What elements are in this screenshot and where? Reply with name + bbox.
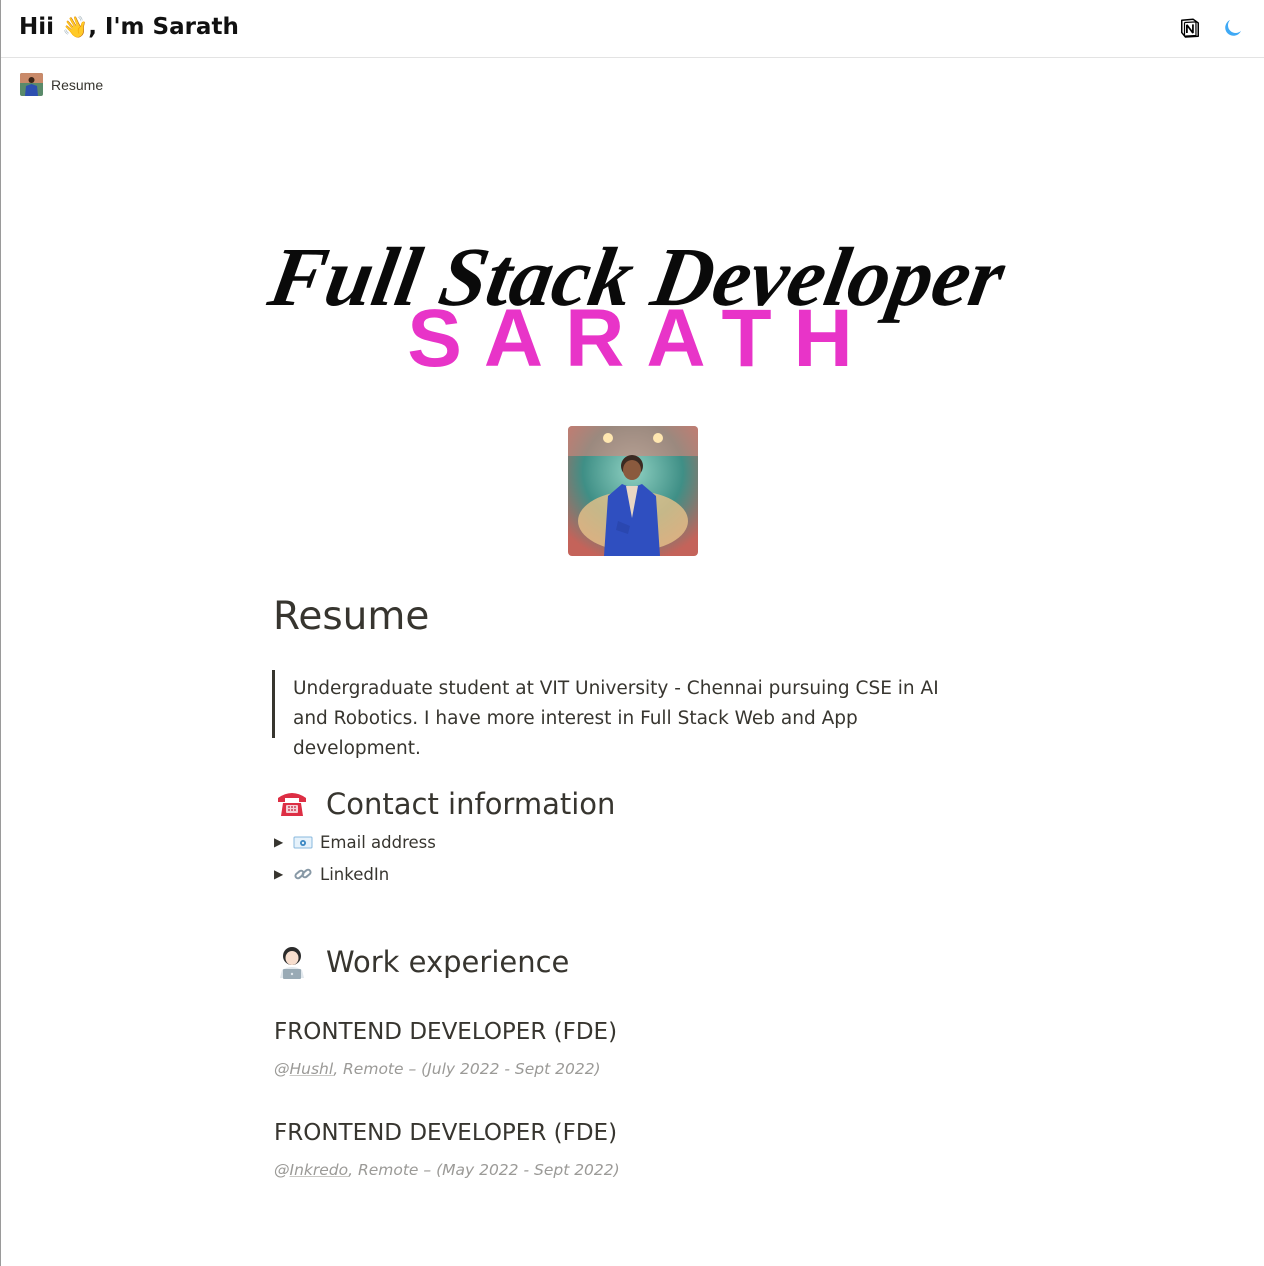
wave-emoji: 👋 — [62, 15, 89, 39]
toggle-email-address[interactable]: ▶ Email address — [274, 832, 436, 852]
link-icon — [294, 868, 312, 880]
email-address-label: Email address — [320, 832, 436, 852]
intro-quote: Undergraduate student at VIT University … — [272, 670, 972, 759]
contact-heading-text: Contact information — [326, 787, 616, 821]
job-details: , Remote – (May 2022 - Sept 2022) — [348, 1161, 620, 1179]
work-heading: Work experience — [274, 944, 569, 980]
breadcrumb-resume[interactable]: Resume — [20, 73, 103, 96]
technologist-icon — [280, 947, 304, 979]
site-title[interactable]: Hii 👋, I'm Sarath — [19, 14, 239, 40]
top-bar: Hii 👋, I'm Sarath — [1, 0, 1264, 58]
linkedin-label: LinkedIn — [320, 864, 390, 884]
toggle-linkedin[interactable]: ▶ LinkedIn — [274, 864, 389, 884]
job-meta-2: @Inkredo, Remote – (May 2022 - Sept 2022… — [274, 1161, 620, 1179]
mention-at: @ — [274, 1161, 290, 1179]
job-title-2: FRONTEND DEVELOPER (FDE) — [274, 1120, 618, 1146]
moon-icon[interactable] — [1222, 17, 1244, 39]
profile-photo — [568, 426, 698, 556]
title-prefix: Hii — [19, 14, 63, 40]
telephone-icon — [278, 793, 306, 816]
notion-logo-icon[interactable] — [1179, 17, 1201, 39]
work-heading-text: Work experience — [326, 945, 570, 979]
page-title: Resume — [273, 594, 430, 639]
title-suffix: , I'm Sarath — [88, 14, 239, 40]
contact-heading: Contact information — [274, 786, 615, 822]
company-mention-inkredo[interactable]: Inkredo — [290, 1161, 349, 1179]
breadcrumb-label: Resume — [51, 76, 104, 93]
envelope-icon — [293, 836, 313, 849]
company-mention-hushl[interactable]: Hushl — [290, 1060, 334, 1078]
profile-thumbnail-icon — [20, 73, 43, 96]
toggle-arrow-icon[interactable]: ▶ — [274, 867, 292, 881]
cover-banner: SARATH Full Stack Developer — [261, 232, 1012, 380]
toggle-arrow-icon[interactable]: ▶ — [274, 835, 292, 849]
job-title-1: FRONTEND DEVELOPER (FDE) — [274, 1019, 618, 1045]
cover-script-text: Full Stack Developer — [261, 232, 1012, 324]
job-meta-1: @Hushl, Remote – (July 2022 - Sept 2022) — [274, 1060, 601, 1078]
job-details: , Remote – (July 2022 - Sept 2022) — [333, 1060, 601, 1078]
mention-at: @ — [274, 1060, 290, 1078]
